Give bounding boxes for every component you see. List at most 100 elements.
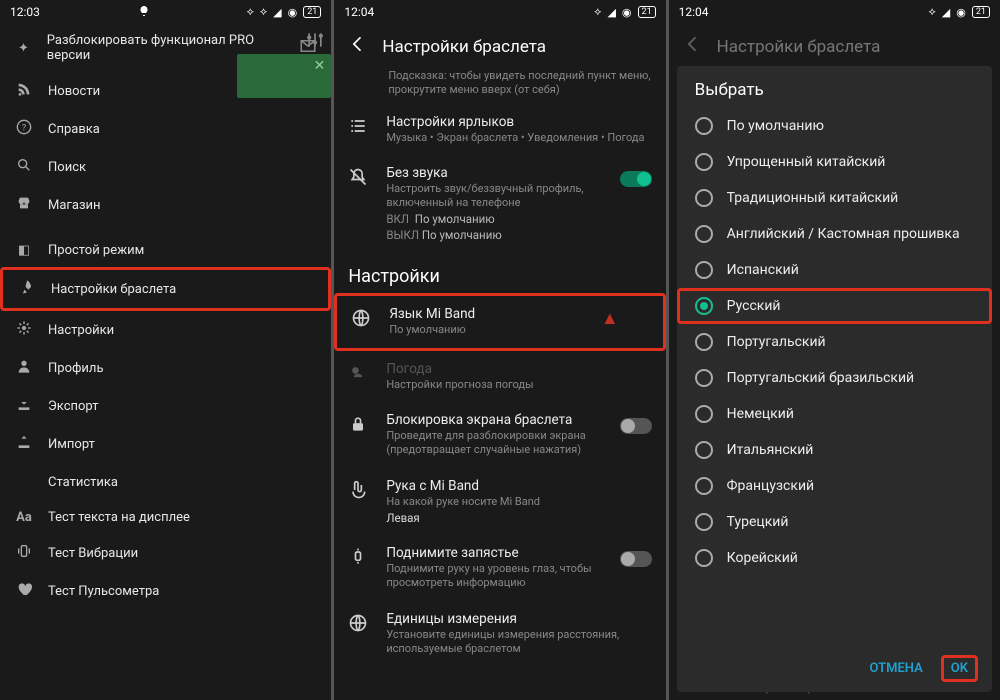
menu-export[interactable]: Экспорт <box>0 387 331 425</box>
ok-button[interactable]: OK <box>941 655 978 682</box>
help-icon: ? <box>14 119 34 139</box>
option-label: Русский <box>727 298 781 314</box>
vibration-icon <box>14 543 34 563</box>
menu-label: Экспорт <box>48 399 98 414</box>
toggle-lock[interactable] <box>620 418 652 434</box>
row-sub: Поднимите руку на уровень глаз, чтобы пр… <box>386 562 605 591</box>
row-shortcuts[interactable]: Настройки ярлыков Музыка • Экран браслет… <box>334 104 665 155</box>
menu-label: Новости <box>48 84 100 99</box>
menu-settings[interactable]: Настройки <box>0 311 331 349</box>
radio-icon <box>695 117 713 135</box>
option-label: Итальянский <box>727 442 814 458</box>
clock: 12:04 <box>344 5 374 19</box>
screen-1: 12:03 ⟡ ⟡ ◢ ◉ 21 ✕ ✦ Разблокировать функ… <box>0 0 331 700</box>
row-lock[interactable]: Блокировка экрана браслета Проведите для… <box>334 402 665 468</box>
menu-simple-mode[interactable]: ◧ Простой режим <box>0 234 331 267</box>
radio-icon <box>695 369 713 387</box>
battery-icon: 21 <box>638 6 656 18</box>
heart-icon <box>14 581 34 601</box>
dialog-title: Выбрать <box>677 66 992 108</box>
language-option[interactable]: Португальский <box>677 324 992 360</box>
option-label: Традиционный китайский <box>727 190 899 206</box>
menu-pulse-test[interactable]: Тест Пульсометра <box>0 572 331 610</box>
row-weather: Погода Настройки прогноза погоды <box>334 351 665 402</box>
row-silent[interactable]: Без звука Настроить звук/беззвучный проф… <box>334 155 665 253</box>
hint-text: Подсказка: чтобы увидеть последний пункт… <box>334 69 665 104</box>
signal-icon: ◢ <box>607 6 615 19</box>
chart-icon <box>14 472 34 492</box>
menu-shop[interactable]: Магазин <box>0 186 331 224</box>
option-label: Корейский <box>727 550 798 566</box>
row-title: Настройки ярлыков <box>386 114 651 130</box>
option-label: Португальский бразильский <box>727 370 914 386</box>
row-sub: Музыка • Экран браслета • Уведомления • … <box>386 131 651 145</box>
menu-label: Простой режим <box>48 243 144 258</box>
language-option[interactable]: Традиционный китайский <box>677 180 992 216</box>
back-icon[interactable] <box>348 34 368 59</box>
language-option[interactable]: Русский <box>677 288 992 324</box>
option-label: Португальский <box>727 334 826 350</box>
row-sub: Проведите для разблокировки экрана (пред… <box>386 429 605 458</box>
screen-3: 12:04 ⟡ ◢ ◉ 21 Настройки браслета Устано… <box>669 0 1000 700</box>
menu-text-test[interactable]: Aa Тест текста на дисплее <box>0 501 331 534</box>
list-icon <box>348 114 372 145</box>
language-option[interactable]: Французский <box>677 468 992 504</box>
menu-vibration-test[interactable]: Тест Вибрации <box>0 534 331 572</box>
square-icon: ◧ <box>14 243 34 258</box>
toggle-silent[interactable] <box>620 171 652 187</box>
nav-drawer: ✦ Разблокировать функционал PRO версии Н… <box>0 24 331 700</box>
row-sub: Настройки прогноза погоды <box>386 378 651 392</box>
close-banner-icon[interactable]: ✕ <box>314 58 326 74</box>
row-title: Блокировка экрана браслета <box>386 412 605 428</box>
menu-help[interactable]: ? Справка <box>0 110 331 148</box>
svg-text:?: ? <box>22 122 27 133</box>
status-bar: 12:04 ⟡ ◢ ◉ 21 <box>669 0 1000 24</box>
row-raise[interactable]: Поднимите запястье Поднимите руку на уро… <box>334 535 665 601</box>
menu-band-settings[interactable]: Настройки браслета <box>0 267 331 311</box>
radio-icon <box>695 549 713 567</box>
row-language[interactable]: Язык Mi Band По умолчанию ▲ <box>334 293 665 350</box>
page-title: Настройки браслета <box>382 37 546 57</box>
radio-icon <box>695 441 713 459</box>
menu-stats[interactable]: Статистика <box>0 463 331 501</box>
language-option[interactable]: Немецкий <box>677 396 992 432</box>
language-option[interactable]: Упрощенный китайский <box>677 144 992 180</box>
menu-profile[interactable]: Профиль <box>0 349 331 387</box>
language-option[interactable]: Турецкий <box>677 504 992 540</box>
radio-icon <box>695 477 713 495</box>
toggle-raise[interactable] <box>620 551 652 567</box>
wifi-icon: ⟡ <box>260 5 267 19</box>
row-units[interactable]: Единицы измерения Установите единицы изм… <box>334 601 665 667</box>
search-icon <box>14 157 34 177</box>
menu-search[interactable]: Поиск <box>0 148 331 186</box>
row-title: Поднимите запястье <box>386 545 605 561</box>
radio-icon <box>695 153 713 171</box>
signal-icon: ◢ <box>942 6 950 19</box>
language-option[interactable]: Английский / Кастомная прошивка <box>677 216 992 252</box>
lock-icon <box>348 412 372 458</box>
row-title: Без звука <box>386 165 605 181</box>
option-label: Упрощенный китайский <box>727 154 886 170</box>
menu-label: Тест Пульсометра <box>48 584 159 599</box>
radio-icon <box>695 225 713 243</box>
language-option[interactable]: Португальский бразильский <box>677 360 992 396</box>
clock: 12:04 <box>679 5 709 19</box>
menu-import[interactable]: Импорт <box>0 425 331 463</box>
language-option[interactable]: Итальянский <box>677 432 992 468</box>
language-option[interactable]: Испанский <box>677 252 992 288</box>
bluetooth-icon: ⟡ <box>247 5 254 19</box>
option-label: Французский <box>727 478 814 494</box>
wifi-icon: ◉ <box>622 6 632 19</box>
person-icon <box>14 358 34 378</box>
equalizer-icon[interactable] <box>305 30 325 54</box>
option-label: Немецкий <box>727 406 794 422</box>
battery-icon: 21 <box>303 6 321 18</box>
cancel-button[interactable]: ОТМЕНА <box>859 655 932 682</box>
language-option[interactable]: По умолчанию <box>677 108 992 144</box>
language-option[interactable]: Корейский <box>677 540 992 576</box>
bluetooth-icon: ⟡ <box>594 5 601 19</box>
alarm-icon <box>138 5 150 17</box>
menu-label: Тест Вибрации <box>48 546 138 561</box>
row-title: Рука с Mi Band <box>386 478 651 494</box>
row-wrist[interactable]: Рука с Mi Band На какой руке носите Mi B… <box>334 468 665 535</box>
